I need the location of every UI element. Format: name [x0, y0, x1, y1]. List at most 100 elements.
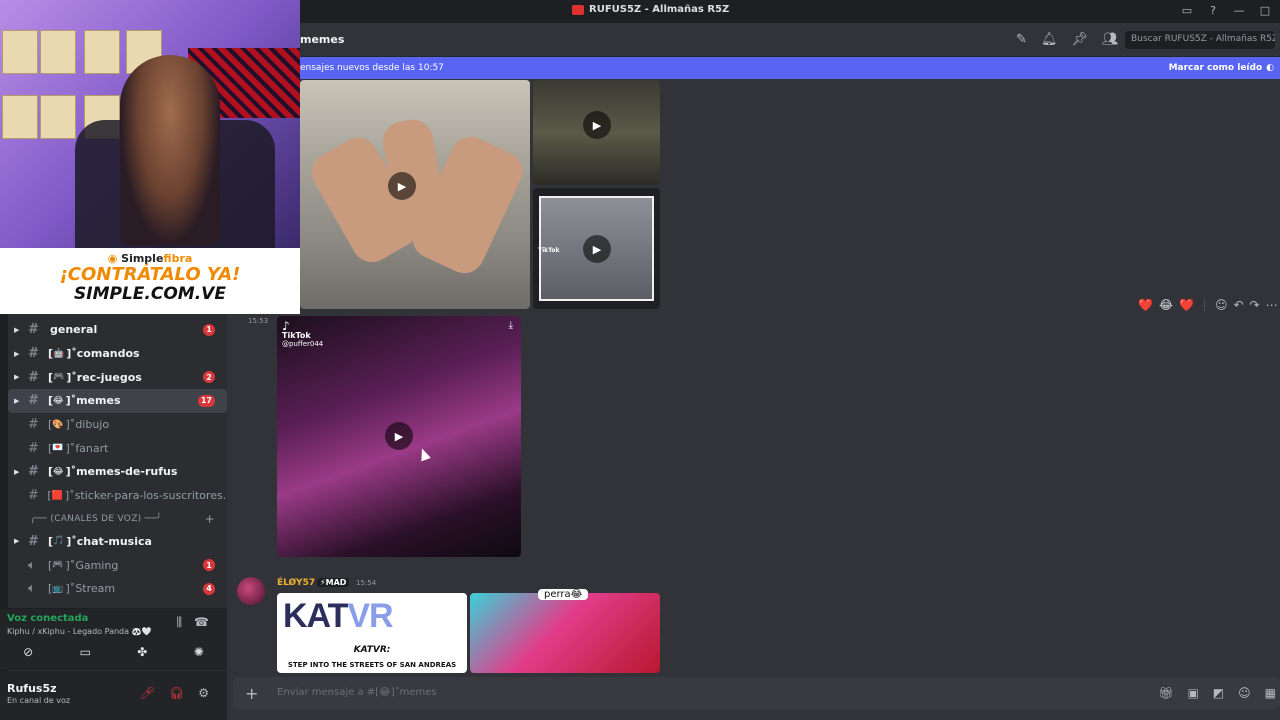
camera-off-icon[interactable]: ⊘ — [23, 645, 33, 659]
add-attachment-button[interactable]: + — [245, 684, 258, 703]
channel-label: comandos — [76, 347, 140, 361]
expand-arrow-icon[interactable]: ▶ — [14, 537, 19, 545]
deafen-icon[interactable]: 🎧︎ — [169, 686, 184, 700]
apps-icon[interactable]: ▦ — [1265, 686, 1276, 700]
channel-item-stream[interactable]: 🔈︎[ 📺]˚ Stream 4 — [8, 577, 227, 601]
notifications-icon[interactable]: 🔔︎ — [1041, 32, 1058, 47]
expand-arrow-icon[interactable]: ▶ — [14, 326, 19, 334]
image-caption: perra😂 — [538, 589, 589, 600]
search-input[interactable]: Buscar RUFUS5Z - Allmañas R5Z — [1125, 31, 1275, 49]
create-channel-icon[interactable]: + — [205, 512, 215, 526]
voice-status[interactable]: Voz conectada — [7, 613, 88, 624]
image-attachment[interactable]: perra😂 — [470, 589, 660, 673]
maximize-button[interactable]: □ — [1258, 3, 1272, 17]
unread-badge: 17 — [197, 394, 215, 407]
disconnect-icon[interactable]: ☎ — [194, 615, 209, 630]
channel-item-sticker-para-los-suscritores[interactable]: #[ 🟥]˚ sticker-para-los-suscritores... — [8, 484, 227, 508]
tiktok-logo-icon: ♪ — [282, 319, 290, 333]
activities-icon[interactable]: ✤ — [137, 645, 147, 659]
pin-icon[interactable]: 📌︎ — [1071, 32, 1088, 47]
header-toolbar: ✎ 🔔︎ 📌︎ 👥︎ — [1016, 32, 1118, 47]
message-composer[interactable]: + Enviar mensaje a #[😂]˚memes 🎁︎ ▣ ◩ ☺ ▦ — [233, 677, 1280, 710]
channel-item-general[interactable]: ▶ # general 1 — [8, 318, 227, 342]
add-reaction-icon[interactable]: ☺ — [1215, 298, 1228, 312]
voice-category-header[interactable]: ╭── (CANALES DE VOZ) ──╯ + — [8, 508, 227, 530]
channel-item-fanart[interactable]: #[ 💌]˚ fanart — [8, 436, 227, 460]
channel-item-gaming[interactable]: 🔈︎[ 🎮]˚ Gaming 1 — [8, 553, 227, 577]
expand-arrow-icon[interactable]: ▶ — [14, 350, 19, 358]
expand-arrow-icon[interactable]: ▶ — [14, 468, 19, 476]
image-attachment[interactable]: KATVR KATVR: STEP INTO THE STREETS OF SA… — [277, 593, 467, 673]
wanted-poster — [2, 95, 38, 139]
username[interactable]: Rufus5z — [7, 682, 57, 695]
play-icon[interactable]: ▶ — [583, 235, 611, 263]
video-attachment[interactable]: TikTok ▶ — [533, 188, 660, 309]
user-status: En canal de voz — [7, 696, 71, 705]
channel-decoration: ]˚ — [66, 347, 77, 361]
speaker-icon: 🔈︎ — [28, 581, 36, 597]
screen-share-icon[interactable]: ▭ — [80, 645, 91, 659]
reaction-heart[interactable]: ❤️ — [1179, 298, 1194, 312]
emoji-icon[interactable]: ☺ — [1238, 686, 1251, 700]
channel-emoji: 🎮 — [52, 560, 64, 571]
play-icon[interactable]: ▶ — [385, 422, 413, 450]
channel-emoji: 🎮 — [53, 372, 65, 383]
channel-decoration: ]˚ — [65, 394, 77, 408]
channel-item-dibujo[interactable]: #[ 🎨]˚ dibujo — [8, 413, 227, 437]
unread-badge: 1 — [203, 323, 215, 336]
reaction-heart[interactable]: ❤️ — [1138, 298, 1153, 312]
expand-arrow-icon[interactable]: ▶ — [14, 397, 19, 405]
window-controls: ▭ ? — □ — [1180, 3, 1272, 17]
play-icon[interactable]: ▶ — [388, 172, 416, 200]
avatar[interactable] — [237, 577, 265, 605]
video-attachment[interactable]: ♪ TikTok @puffer044 ⤓ ▶ — [277, 316, 521, 557]
channel-list: ▶ # general 1 ▶ #[ 🤖]˚ comandos ▶ #[ 🎮]˚ rec-jueg… — [8, 318, 227, 601]
speaker-icon: 🔈︎ — [28, 557, 36, 573]
window-title-text: RUFUS5Z - Allmañas R5Z — [589, 4, 730, 15]
message-timestamp: 15:53 — [248, 317, 269, 325]
minimize-button[interactable]: — — [1232, 3, 1246, 17]
channel-title: memes — [300, 33, 345, 46]
help-icon[interactable]: ? — [1206, 3, 1220, 17]
reply-icon[interactable]: ↶ — [1233, 298, 1243, 312]
gift-icon[interactable]: 🎁︎ — [1158, 686, 1173, 700]
expand-arrow-icon[interactable]: ▶ — [14, 373, 19, 381]
mark-as-read-button[interactable]: Marcar como leído ◐ — [1169, 63, 1274, 73]
message-author[interactable]: ÉLØY57 — [277, 578, 315, 588]
noise-suppression-icon[interactable]: ⫼ — [177, 615, 183, 630]
channel-item-chat-musica[interactable]: ▶ #[ 🎵]˚ chat-musica — [8, 530, 227, 554]
download-icon[interactable]: ⤓ — [509, 320, 513, 331]
video-attachment[interactable]: ▶ — [300, 80, 530, 309]
hash-icon: # — [28, 440, 39, 456]
channel-emoji: 🎵 — [53, 536, 65, 547]
channel-emoji: 🎨 — [52, 419, 64, 430]
new-messages-bar[interactable]: ensajes nuevos desde las 10:57 Marcar co… — [300, 57, 1280, 79]
hash-icon: # — [28, 533, 39, 549]
user-tag: ⚡MAD — [317, 578, 350, 587]
video-attachment[interactable]: ▶ — [533, 80, 660, 185]
channel-label: chat-musica — [76, 534, 152, 548]
image-subcaption: STEP INTO THE STREETS OF SAN ANDREAS — [287, 661, 457, 669]
screen-share-icon[interactable]: ▭ — [1180, 3, 1194, 17]
sticker-icon[interactable]: ◩ — [1213, 686, 1224, 700]
channel-label: Gaming — [75, 558, 119, 572]
members-icon[interactable]: 👥︎ — [1102, 32, 1119, 47]
channel-item-memes-de-rufus[interactable]: ▶ #[ 😂]˚ memes-de-rufus — [8, 460, 227, 484]
channel-emoji: 😂 — [53, 395, 64, 406]
message-input[interactable]: Enviar mensaje a #[😂]˚memes — [277, 687, 437, 698]
soundboard-icon[interactable]: ✺ — [194, 645, 204, 659]
more-options-icon[interactable]: ⋯ — [1266, 298, 1278, 312]
settings-icon[interactable]: ⚙ — [198, 686, 209, 700]
reaction-laugh[interactable]: 😂 — [1159, 298, 1173, 312]
sponsor-banner: ◉ Simplefibra ¡CONTRÁTALO YA! SIMPLE.COM… — [0, 248, 300, 314]
message-actions: ❤️ 😂 ❤️ ☺ ↶ ↷ ⋯ — [1138, 298, 1278, 312]
gif-icon[interactable]: ▣ — [1187, 686, 1198, 700]
channel-label: memes — [76, 394, 121, 408]
forward-icon[interactable]: ↷ — [1250, 298, 1260, 312]
threads-icon[interactable]: ✎ — [1016, 32, 1027, 47]
channel-item-rec-juegos[interactable]: ▶ #[ 🎮]˚ rec-juegos 2 — [8, 365, 227, 389]
play-icon[interactable]: ▶ — [583, 111, 611, 139]
mute-icon[interactable]: 🎤︎ — [140, 686, 155, 700]
channel-item-comandos[interactable]: ▶ #[ 🤖]˚ comandos — [8, 342, 227, 366]
channel-item-memes[interactable]: ▶ #[ 😂]˚ memes 17 — [8, 389, 227, 413]
